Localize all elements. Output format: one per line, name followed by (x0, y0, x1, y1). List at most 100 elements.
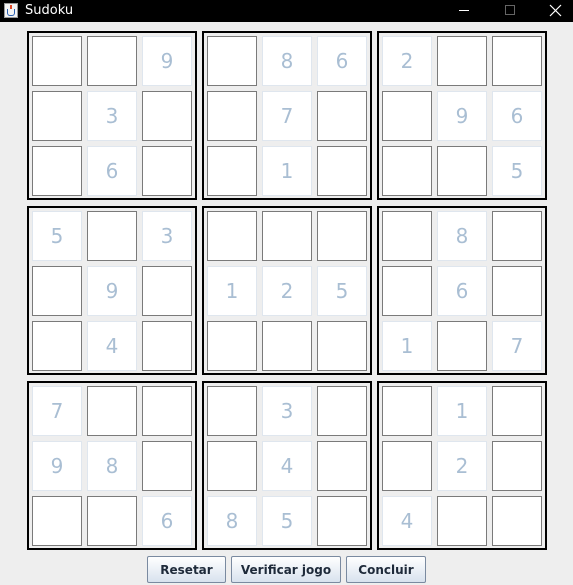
sudoku-cell-given: 6 (317, 36, 367, 86)
sudoku-cell-given: 4 (262, 441, 312, 491)
sudoku-cell-input[interactable] (382, 146, 432, 196)
sudoku-cell-given: 2 (382, 36, 432, 86)
sudoku-cell-input[interactable] (32, 266, 82, 316)
sudoku-cell-input[interactable] (142, 386, 192, 436)
sudoku-block: 124 (377, 381, 547, 550)
sudoku-cell-input[interactable] (207, 91, 257, 141)
sudoku-cell-input[interactable] (32, 496, 82, 546)
sudoku-cell-given: 4 (87, 321, 137, 371)
verify-button[interactable]: Verificar jogo (231, 556, 341, 583)
sudoku-cell-input[interactable] (437, 36, 487, 86)
sudoku-cell-given: 3 (262, 386, 312, 436)
sudoku-cell-given: 2 (437, 441, 487, 491)
sudoku-cell-given: 6 (87, 146, 137, 196)
reset-button[interactable]: Resetar (147, 556, 226, 583)
sudoku-block: 936 (27, 31, 197, 200)
sudoku-cell-input[interactable] (32, 321, 82, 371)
sudoku-cell-input[interactable] (492, 211, 542, 261)
sudoku-cell-given: 9 (142, 36, 192, 86)
sudoku-cell-input[interactable] (492, 441, 542, 491)
sudoku-block: 3485 (202, 381, 372, 550)
sudoku-cell-input[interactable] (142, 441, 192, 491)
sudoku-cell-given: 8 (207, 496, 257, 546)
sudoku-cell-input[interactable] (492, 266, 542, 316)
sudoku-cell-input[interactable] (142, 266, 192, 316)
sudoku-cell-input[interactable] (492, 386, 542, 436)
sudoku-cell-given: 5 (317, 266, 367, 316)
sudoku-cell-input[interactable] (382, 441, 432, 491)
sudoku-cell-given: 1 (382, 321, 432, 371)
sudoku-cell-input[interactable] (317, 321, 367, 371)
sudoku-cell-input[interactable] (207, 321, 257, 371)
sudoku-cell-input[interactable] (32, 36, 82, 86)
sudoku-cell-given: 2 (262, 266, 312, 316)
minimize-button[interactable] (440, 0, 486, 22)
sudoku-cell-input[interactable] (207, 146, 257, 196)
sudoku-cell-input[interactable] (32, 146, 82, 196)
sudoku-cell-given: 4 (382, 496, 432, 546)
sudoku-cell-given: 8 (437, 211, 487, 261)
sudoku-cell-input[interactable] (262, 211, 312, 261)
sudoku-cell-given: 1 (207, 266, 257, 316)
sudoku-cell-input[interactable] (382, 266, 432, 316)
sudoku-cell-input[interactable] (382, 91, 432, 141)
sudoku-cell-input[interactable] (207, 386, 257, 436)
sudoku-block: 7986 (27, 381, 197, 550)
maximize-button[interactable] (486, 0, 532, 22)
close-icon (549, 4, 562, 17)
sudoku-cell-given: 3 (142, 211, 192, 261)
sudoku-cell-input[interactable] (382, 211, 432, 261)
sudoku-cell-input[interactable] (87, 496, 137, 546)
maximize-icon (505, 5, 515, 15)
sudoku-cell-input[interactable] (87, 36, 137, 86)
sudoku-cell-given: 6 (492, 91, 542, 141)
sudoku-cell-input[interactable] (437, 496, 487, 546)
sudoku-cell-input[interactable] (142, 91, 192, 141)
sudoku-cell-given: 8 (87, 441, 137, 491)
close-button[interactable] (532, 0, 573, 22)
sudoku-cell-input[interactable] (492, 36, 542, 86)
sudoku-cell-given: 9 (437, 91, 487, 141)
sudoku-cell-given: 7 (32, 386, 82, 436)
sudoku-cell-given: 8 (262, 36, 312, 86)
sudoku-cell-given: 5 (32, 211, 82, 261)
sudoku-cell-input[interactable] (492, 496, 542, 546)
sudoku-cell-given: 6 (142, 496, 192, 546)
sudoku-cell-input[interactable] (207, 211, 257, 261)
sudoku-cell-input[interactable] (317, 496, 367, 546)
sudoku-cell-input[interactable] (262, 321, 312, 371)
sudoku-cell-given: 3 (87, 91, 137, 141)
sudoku-cell-input[interactable] (87, 386, 137, 436)
sudoku-cell-given: 7 (262, 91, 312, 141)
sudoku-cell-input[interactable] (382, 386, 432, 436)
sudoku-cell-input[interactable] (317, 146, 367, 196)
sudoku-cell-input[interactable] (142, 146, 192, 196)
sudoku-block: 8671 (202, 31, 372, 200)
sudoku-cell-input[interactable] (317, 386, 367, 436)
sudoku-cell-given: 1 (262, 146, 312, 196)
sudoku-block: 2965 (377, 31, 547, 200)
sudoku-block: 5 394 (27, 206, 197, 375)
sudoku-cell-input[interactable] (207, 441, 257, 491)
sudoku-cell-given: 9 (87, 266, 137, 316)
sudoku-cell-input[interactable] (142, 321, 192, 371)
sudoku-cell-given: 1 (437, 386, 487, 436)
sudoku-cell-input[interactable] (207, 36, 257, 86)
sudoku-cell-given: 6 (437, 266, 487, 316)
sudoku-cell-input[interactable] (87, 211, 137, 261)
sudoku-cell-input[interactable] (317, 91, 367, 141)
sudoku-cell-input[interactable] (317, 441, 367, 491)
sudoku-block: 861 7 (377, 206, 547, 375)
sudoku-cell-input[interactable] (437, 321, 487, 371)
sudoku-cell-input[interactable] (32, 91, 82, 141)
sudoku-cell-input[interactable] (437, 146, 487, 196)
java-icon (4, 3, 18, 18)
sudoku-cell-given: 9 (32, 441, 82, 491)
sudoku-cell-input[interactable] (317, 211, 367, 261)
title-bar[interactable]: Sudoku (0, 0, 573, 22)
window-title: Sudoku (25, 3, 74, 18)
minimize-icon (459, 10, 469, 11)
sudoku-block: 125 (202, 206, 372, 375)
finish-button[interactable]: Concluir (346, 556, 426, 583)
sudoku-cell-given: 7 (492, 321, 542, 371)
